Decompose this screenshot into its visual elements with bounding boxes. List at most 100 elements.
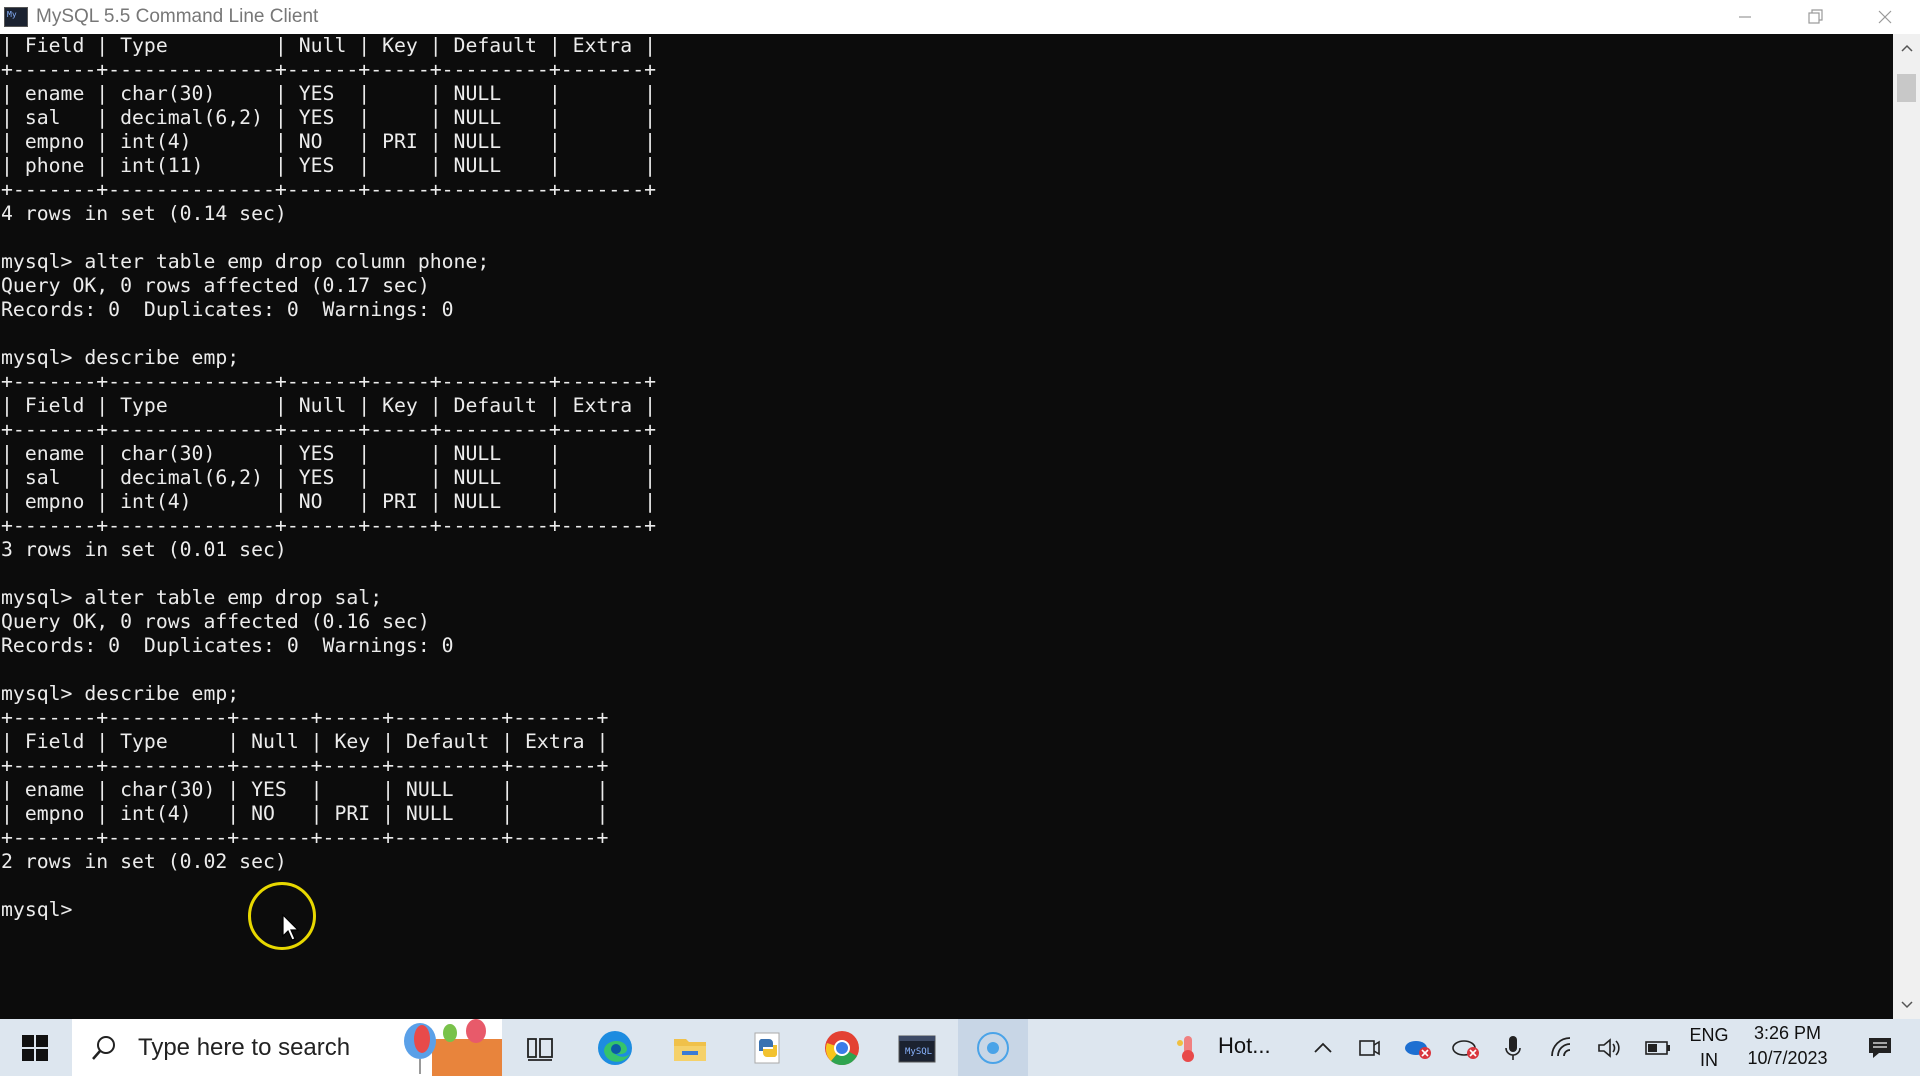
thermometer-icon	[1177, 1035, 1194, 1062]
battery-icon	[1645, 1040, 1670, 1055]
title-bar: My MySQL 5.5 Command Line Client	[0, 0, 1920, 34]
console-line: | empno | int(4) | NO | PRI | NULL | |	[1, 490, 657, 513]
restore-icon	[1808, 9, 1823, 24]
mysql-taskbar-button[interactable]: MySQL	[885, 1019, 949, 1076]
screen-recorder-icon	[977, 1031, 1009, 1064]
search-placeholder: Type here to search	[138, 1033, 351, 1061]
show-hidden-icons-button[interactable]	[1305, 1019, 1341, 1076]
scrollbar-thumb[interactable]	[1897, 74, 1916, 102]
mysql-app-icon: My	[4, 7, 28, 27]
mouse-pointer-icon	[282, 914, 300, 941]
console-line: Records: 0 Duplicates: 0 Warnings: 0	[1, 634, 454, 657]
system-clock[interactable]: 3:26 PM 10/7/2023	[1735, 1021, 1840, 1071]
weather-label[interactable]: Hot...	[1218, 1033, 1271, 1059]
mysql-icon: MySQL	[898, 1035, 936, 1062]
console-line: Query OK, 0 rows affected (0.17 sec)	[1, 274, 430, 297]
console-text: | Field | Type | Null | Key | Default | …	[1, 34, 656, 922]
taskbar-search-box[interactable]: Type here to search	[72, 1019, 502, 1076]
console-line: mysql>	[1, 898, 73, 921]
microphone-button[interactable]	[1496, 1019, 1530, 1076]
minimize-button[interactable]	[1710, 0, 1780, 34]
console-line: +-------+----------+------+-----+-------…	[1, 706, 609, 729]
console-line: +-------+----------+------+-----+-------…	[1, 754, 609, 777]
console-line: | empno | int(4) | NO | PRI | NULL | |	[1, 130, 657, 153]
wifi-icon	[1551, 1036, 1571, 1056]
task-view-icon	[527, 1037, 553, 1061]
screen-recorder-button[interactable]	[958, 1019, 1028, 1076]
windows-start-icon	[22, 1034, 48, 1061]
minimize-icon	[1739, 16, 1751, 18]
meet-now-button[interactable]	[1352, 1019, 1386, 1076]
console-line: mysql> alter table emp drop column phone…	[1, 250, 490, 273]
console-line: | ename | char(30) | YES | | NULL | |	[1, 442, 657, 465]
console-line: mysql> alter table emp drop sal;	[1, 586, 383, 609]
network-button[interactable]	[1545, 1019, 1581, 1076]
onedrive-offline-button[interactable]	[1448, 1019, 1484, 1076]
console-line: 2 rows in set (0.02 sec)	[1, 850, 287, 873]
python-button[interactable]	[738, 1019, 798, 1076]
console-line: | Field | Type | Null | Key | Default | …	[1, 394, 657, 417]
meet-now-icon	[1359, 1039, 1380, 1056]
window-title: MySQL 5.5 Command Line Client	[36, 6, 319, 27]
console-line: Records: 0 Duplicates: 0 Warnings: 0	[1, 298, 454, 321]
edge-icon	[598, 1030, 632, 1065]
vertical-scrollbar[interactable]	[1893, 34, 1920, 1019]
console-line: | ename | char(30) | YES | | NULL | |	[1, 778, 609, 801]
edge-button[interactable]	[585, 1019, 645, 1076]
chrome-icon	[825, 1030, 859, 1065]
app-icon-label: My	[7, 10, 17, 19]
cloud-offline-icon	[1452, 1039, 1479, 1059]
python-icon	[754, 1032, 780, 1063]
speaker-icon	[1598, 1037, 1620, 1058]
close-button[interactable]	[1850, 0, 1920, 34]
chevron-down-icon	[1900, 1001, 1913, 1009]
console-line: | Field | Type | Null | Key | Default | …	[1, 34, 657, 57]
search-icon	[92, 1035, 115, 1060]
taskbar: Type here to search MySQL Hot... ENG IN …	[0, 1019, 1920, 1076]
console-line: Query OK, 0 rows affected (0.16 sec)	[1, 610, 430, 633]
console-line: +-------+--------------+------+-----+---…	[1, 178, 657, 201]
language-code: ENG	[1689, 1025, 1729, 1045]
file-explorer-button[interactable]	[660, 1019, 720, 1076]
start-button[interactable]	[0, 1019, 70, 1076]
notification-center-button[interactable]	[1850, 1019, 1910, 1076]
console-line: | empno | int(4) | NO | PRI | NULL | |	[1, 802, 609, 825]
notification-icon	[1869, 1037, 1891, 1058]
close-icon	[1878, 10, 1892, 24]
weather-widget-button[interactable]	[1170, 1019, 1206, 1076]
console-line: | phone | int(11) | YES | | NULL | |	[1, 154, 657, 177]
input-language-indicator[interactable]: ENG IN	[1686, 1023, 1732, 1073]
battery-button[interactable]	[1640, 1019, 1676, 1076]
console-line: mysql> describe emp;	[1, 346, 240, 369]
console-line: | ename | char(30) | YES | | NULL | |	[1, 82, 657, 105]
console-line: +-------+--------------+------+-----+---…	[1, 418, 657, 441]
console-line: +-------+--------------+------+-----+---…	[1, 370, 657, 393]
microphone-icon	[1505, 1035, 1521, 1060]
console-line: 3 rows in set (0.01 sec)	[1, 538, 287, 561]
restore-button[interactable]	[1780, 0, 1850, 34]
language-region: IN	[1700, 1050, 1718, 1070]
console-line: | sal | decimal(6,2) | YES | | NULL | |	[1, 106, 657, 129]
svg-text:MySQL: MySQL	[905, 1047, 932, 1057]
chevron-up-icon	[1314, 1042, 1332, 1053]
volume-button[interactable]	[1592, 1019, 1628, 1076]
console-line: | Field | Type | Null | Key | Default | …	[1, 730, 609, 753]
search-highlight-balloons-icon	[404, 1019, 502, 1076]
console-output-area[interactable]: | Field | Type | Null | Key | Default | …	[0, 34, 1893, 1019]
clock-time: 3:26 PM	[1753, 1023, 1822, 1043]
scroll-up-button[interactable]	[1893, 36, 1920, 60]
task-view-button[interactable]	[510, 1019, 570, 1076]
chevron-up-icon	[1900, 44, 1913, 52]
console-line: | sal | decimal(6,2) | YES | | NULL | |	[1, 466, 657, 489]
console-line: mysql> describe emp;	[1, 682, 240, 705]
onedrive-error-button[interactable]	[1400, 1019, 1436, 1076]
console-line: +-------+--------------+------+-----+---…	[1, 514, 657, 537]
clock-date: 10/7/2023	[1747, 1048, 1828, 1068]
console-line: +-------+----------+------+-----+-------…	[1, 826, 609, 849]
chrome-button[interactable]	[812, 1019, 872, 1076]
console-line: +-------+--------------+------+-----+---…	[1, 58, 657, 81]
scroll-down-button[interactable]	[1893, 993, 1920, 1017]
